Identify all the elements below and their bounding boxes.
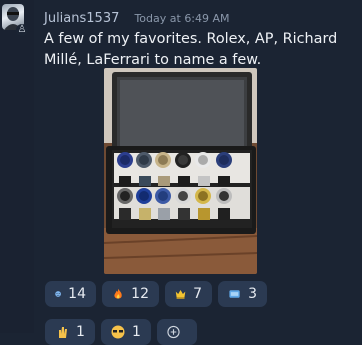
fire-icon (114, 288, 122, 299)
reaction-crying[interactable]: 14 (45, 281, 96, 307)
reaction-count: 7 (193, 286, 202, 302)
sunglasses-icon (111, 325, 125, 339)
moneybag-icon (229, 290, 240, 298)
add-reaction-icon (167, 325, 180, 339)
status-icon: ♙ (16, 24, 28, 36)
crying-face-icon (55, 291, 61, 297)
reaction-bar: 14 12 7 3 (45, 281, 267, 307)
reaction-count: 14 (68, 286, 86, 302)
message-text: A few of my favorites. Rolex, AP, Richar… (44, 31, 338, 68)
message-gutter (0, 0, 34, 333)
reaction-bar-second-row: 1 1 (45, 319, 197, 345)
reaction-crown[interactable]: 7 (165, 281, 212, 307)
reaction-hand[interactable]: 1 (45, 319, 95, 345)
hand-icon (59, 327, 67, 338)
reaction-count: 12 (131, 286, 149, 302)
reaction-count: 1 (76, 324, 85, 340)
watch-box-photo[interactable] (104, 68, 257, 274)
reaction-fire[interactable]: 12 (102, 281, 159, 307)
reaction-count: 3 (248, 286, 257, 302)
reaction-count: 1 (132, 324, 141, 340)
timestamp[interactable]: Today at 6:49 AM (134, 12, 229, 25)
crown-icon (175, 290, 186, 299)
add-reaction-button[interactable] (157, 319, 197, 345)
reaction-sunglasses[interactable]: 1 (101, 319, 151, 345)
username[interactable]: Julians1537 (44, 11, 119, 26)
reaction-moneybag[interactable]: 3 (218, 281, 267, 307)
message-header: Julians1537 Today at 6:49 AM (44, 7, 230, 26)
